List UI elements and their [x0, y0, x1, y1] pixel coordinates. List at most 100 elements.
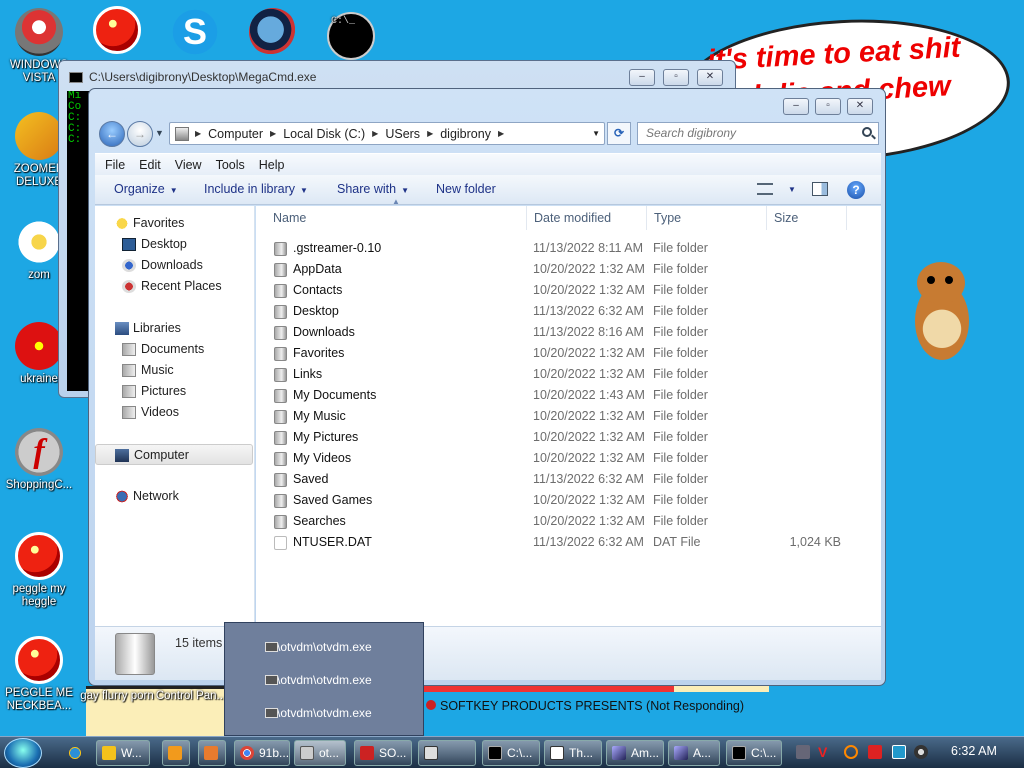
taskbar-item-th[interactable]: Th... — [544, 740, 602, 766]
chevron-right-icon[interactable]: ▶ — [369, 129, 381, 138]
nav-network[interactable]: Network — [95, 486, 253, 507]
chevron-down-icon[interactable]: ▼ — [788, 185, 796, 194]
menu-help[interactable]: Help — [259, 158, 285, 172]
tray-app-icon[interactable] — [796, 745, 810, 759]
taskbar-clock[interactable]: 6:32 AM — [951, 744, 997, 758]
tray-monitor-icon[interactable] — [892, 745, 906, 759]
minimize-button[interactable]: – — [783, 98, 809, 115]
close-button[interactable]: ✕ — [847, 98, 873, 115]
taskbar-item-a[interactable]: A... — [668, 740, 720, 766]
file-row[interactable]: My Music 10/20/2022 1:32 AM File folder — [256, 406, 881, 427]
breadcrumb-computer[interactable]: Computer — [204, 127, 267, 141]
popup-item[interactable]: C:\otvdm\otvdm.exe — [241, 703, 372, 723]
nav-music[interactable]: Music — [95, 360, 253, 381]
desktop-icon-control-panel[interactable]: Control Pan... — [152, 690, 230, 703]
back-button[interactable]: ← — [99, 121, 125, 147]
minimize-button[interactable]: – — [629, 69, 655, 86]
file-row[interactable]: My Pictures 10/20/2022 1:32 AM File folder — [256, 427, 881, 448]
file-row[interactable]: AppData 10/20/2022 1:32 AM File folder — [256, 259, 881, 280]
column-header-name[interactable]: Name — [256, 206, 527, 230]
nav-libraries[interactable]: Libraries — [95, 318, 253, 339]
desktop-icon-peggle[interactable] — [93, 6, 143, 54]
search-icon[interactable] — [862, 127, 872, 137]
quick-launch-ie[interactable] — [62, 740, 90, 766]
preview-pane-icon[interactable] — [812, 182, 828, 196]
nav-downloads[interactable]: Downloads — [95, 255, 253, 276]
share-with-button[interactable]: Share with ▼ — [337, 182, 409, 196]
chevron-right-icon[interactable]: ▶ — [424, 129, 436, 138]
start-button[interactable] — [4, 738, 42, 768]
file-row[interactable]: Saved 11/13/2022 6:32 AM File folder — [256, 469, 881, 490]
taskbar-item-am[interactable]: Am... — [606, 740, 664, 766]
nav-desktop[interactable]: Desktop — [95, 234, 253, 255]
breadcrumb-local-disk[interactable]: Local Disk (C:) — [279, 127, 369, 141]
taskbar-item-cmd-2[interactable]: C:\... — [726, 740, 782, 766]
file-row[interactable]: Contacts 10/20/2022 1:32 AM File folder — [256, 280, 881, 301]
file-row[interactable]: .gstreamer-0.10 11/13/2022 8:11 AM File fo… — [256, 238, 881, 259]
chevron-right-icon[interactable]: ▶ — [192, 129, 204, 138]
desktop-icon-browser[interactable] — [249, 8, 299, 56]
include-in-library-button[interactable]: Include in library ▼ — [204, 182, 308, 196]
search-input[interactable]: Search digibrony — [637, 122, 879, 145]
taskbar-item-printer[interactable] — [418, 740, 476, 766]
file-row[interactable]: Desktop 11/13/2022 6:32 AM File folder — [256, 301, 881, 322]
explorer-window[interactable]: – ▫ ✕ ← → ▼ ▶ Computer ▶ Local Disk (C:)… — [88, 88, 886, 686]
popup-item[interactable]: C:\otvdm\otvdm.exe — [241, 637, 372, 657]
chevron-right-icon[interactable]: ▶ — [495, 129, 507, 138]
nav-documents[interactable]: Documents — [95, 339, 253, 360]
chevron-right-icon[interactable]: ▶ — [267, 129, 279, 138]
desktop-icon-peggle-my-heggle[interactable]: peggle my heggle — [0, 532, 78, 609]
refresh-button[interactable]: ⟳ — [607, 122, 631, 145]
desktop-icon-peggle-neckbeard[interactable]: PEGGLE ME NECKBEA... — [0, 636, 78, 713]
desktop-icon-shopping[interactable]: f ShoppingC... — [0, 428, 78, 492]
address-bar[interactable]: ▶ Computer ▶ Local Disk (C:) ▶ USers ▶ d… — [169, 122, 605, 145]
close-button[interactable]: ✕ — [697, 69, 723, 86]
tray-volume-icon[interactable] — [914, 745, 928, 759]
maximize-button[interactable]: ▫ — [663, 69, 689, 86]
help-icon[interactable]: ? — [847, 181, 865, 199]
file-row[interactable]: My Documents 10/20/2022 1:43 AM File folde… — [256, 385, 881, 406]
file-row[interactable]: Links 10/20/2022 1:32 AM File folder — [256, 364, 881, 385]
breadcrumb-digibrony[interactable]: digibrony — [436, 127, 495, 141]
taskbar-item-softkey[interactable]: SO... — [354, 740, 412, 766]
menu-view[interactable]: View — [175, 158, 202, 172]
change-view-icon[interactable] — [757, 183, 773, 195]
file-row[interactable]: My Videos 10/20/2022 1:32 AM File folder — [256, 448, 881, 469]
taskbar-item-otvdm[interactable]: ot... — [294, 740, 346, 766]
nav-videos[interactable]: Videos — [95, 402, 253, 423]
softkey-window[interactable]: SOFTKEY PRODUCTS PRESENTS (Not Respondin… — [424, 686, 1024, 736]
organize-button[interactable]: Organize ▼ — [114, 182, 178, 196]
menu-edit[interactable]: Edit — [139, 158, 161, 172]
nav-recent-places[interactable]: Recent Places — [95, 276, 253, 297]
recent-pages-dropdown-icon[interactable]: ▼ — [155, 128, 164, 138]
taskbar-item-chrome[interactable]: 91b... — [234, 740, 290, 766]
nav-pictures[interactable]: Pictures — [95, 381, 253, 402]
desktop-icon-skype[interactable]: S — [171, 8, 221, 56]
desktop-icon-gay-flurry[interactable]: gay flurry porn — [78, 690, 156, 703]
new-folder-button[interactable]: New folder — [436, 182, 496, 196]
nav-computer[interactable]: Computer — [95, 444, 253, 465]
taskbar-item-app[interactable] — [198, 740, 226, 766]
file-row[interactable]: Downloads 11/13/2022 8:16 AM File folder — [256, 322, 881, 343]
tray-search-icon[interactable] — [844, 745, 858, 759]
file-row[interactable]: NTUSER.DAT 11/13/2022 6:32 AM DAT File 1,02… — [256, 532, 881, 553]
file-row[interactable]: Searches 10/20/2022 1:32 AM File folder — [256, 511, 881, 532]
menu-tools[interactable]: Tools — [216, 158, 245, 172]
column-header-type[interactable]: Type — [647, 206, 767, 230]
taskbar-item-media[interactable] — [162, 740, 190, 766]
taskbar-item-word[interactable]: W... — [96, 740, 150, 766]
file-row[interactable]: Favorites 10/20/2022 1:32 AM File folder — [256, 343, 881, 364]
taskbar-item-cmd-1[interactable]: C:\... — [482, 740, 540, 766]
tray-flag-icon[interactable] — [868, 745, 882, 759]
tray-v-icon[interactable]: V — [818, 745, 832, 759]
maximize-button[interactable]: ▫ — [815, 98, 841, 115]
file-row[interactable]: Saved Games 10/20/2022 1:32 AM File folder — [256, 490, 881, 511]
menu-file[interactable]: File — [105, 158, 125, 172]
nav-favorites[interactable]: Favorites — [95, 213, 253, 234]
forward-button[interactable]: → — [127, 121, 153, 147]
popup-item[interactable]: C:\otvdm\otvdm.exe — [241, 670, 372, 690]
column-header-date[interactable]: Date modified — [527, 206, 647, 230]
desktop-icon-cmd[interactable]: C:\_ — [327, 12, 377, 60]
chevron-down-icon[interactable]: ▼ — [592, 129, 600, 138]
column-header-size[interactable]: Size — [767, 206, 847, 230]
